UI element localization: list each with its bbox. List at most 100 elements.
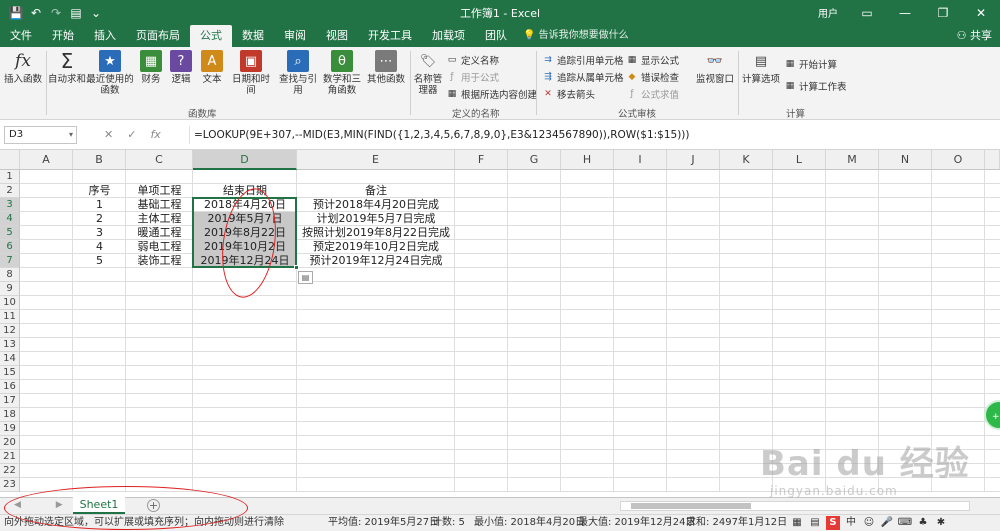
emoji-icon[interactable]: ☺ [862,516,876,530]
column-header-n[interactable]: N [879,150,932,170]
column-header-f[interactable]: F [455,150,508,170]
user-name[interactable]: 用户 [808,0,848,25]
use-in-formula-button[interactable]: ƒ 用于公式 [446,70,499,84]
tab-5[interactable]: 数据 [232,25,274,47]
table-cell[interactable]: 1 [73,198,126,212]
row-header-9[interactable]: 9 [0,282,20,296]
side-badge[interactable]: +5 [984,400,1000,430]
tab-3[interactable]: 页面布局 [126,25,190,47]
row-header-20[interactable]: 20 [0,436,20,450]
row-header-23[interactable]: 23 [0,478,20,492]
row-header-8[interactable]: 8 [0,268,20,282]
column-header-d[interactable]: D [193,150,297,170]
row-header-3[interactable]: 3 [0,198,20,212]
row-header-1[interactable]: 1 [0,170,20,184]
row-header-14[interactable]: 14 [0,352,20,366]
tab-4[interactable]: 公式 [190,25,232,47]
close-icon[interactable]: ✕ [962,0,1000,25]
table-cell[interactable]: 预计2019年12月24日完成 [297,254,455,268]
row-header-18[interactable]: 18 [0,408,20,422]
normal-view-icon[interactable]: ▦ [790,516,804,530]
tell-me-search[interactable]: 💡 告诉我你想要做什么 [517,25,629,47]
column-header-c[interactable]: C [126,150,193,170]
keyboard-icon[interactable]: ⌨ [898,516,912,530]
ribbon-display-icon[interactable]: ▭ [848,0,886,25]
trace-precedents-button[interactable]: ⇉ 追踪引用单元格 [542,53,623,67]
calc-options-button[interactable]: ▤ 计算选项 [742,50,780,86]
tab-0[interactable]: 文件 [0,25,42,47]
page-layout-icon[interactable]: ▤ [808,516,822,530]
column-header-e[interactable]: E [297,150,455,170]
column-header-h[interactable]: H [561,150,614,170]
enter-icon[interactable]: ✓ [127,126,136,144]
table-cell[interactable]: 计划2019年5月7日完成 [297,212,455,226]
fill-handle[interactable] [294,265,299,270]
tab-10[interactable]: 团队 [475,25,517,47]
column-header-i[interactable]: I [614,150,667,170]
name-manager-button[interactable]: 🏷 名称管理器 [412,50,444,97]
column-header-l[interactable]: L [773,150,826,170]
error-checking-button[interactable]: ◆ 错误检查 [626,70,679,84]
name-box[interactable]: D3 ▾ [4,126,77,144]
horizontal-scrollbar[interactable] [620,501,970,511]
share-button[interactable]: ⚇ 共享 [957,25,992,47]
trace-dependents-button[interactable]: ⇶ 追踪从属单元格 [542,70,623,84]
redo-icon[interactable]: ↷ [46,3,66,23]
row-header-4[interactable]: 4 [0,212,20,226]
recent-functions-button[interactable]: ★ 最近使用的函数 [86,50,134,96]
calc-sheet-button[interactable]: ▦ 计算工作表 [784,79,847,93]
calc-now-button[interactable]: ▦ 开始计算 [784,57,837,71]
ime-icon[interactable]: S [826,516,840,530]
maximize-icon[interactable]: ❐ [924,0,962,25]
column-header-b[interactable]: B [73,150,126,170]
datetime-button[interactable]: ▣ 日期和时间 [228,50,274,96]
tab-7[interactable]: 视图 [316,25,358,47]
table-cell[interactable]: 预计2018年4月20日完成 [297,198,455,212]
row-header-16[interactable]: 16 [0,380,20,394]
undo-icon[interactable]: ↶ [26,3,46,23]
mic-icon[interactable]: 🎤 [880,516,894,530]
table-cell[interactable]: 4 [73,240,126,254]
table-cell[interactable]: 基础工程 [126,198,193,212]
row-header-6[interactable]: 6 [0,240,20,254]
lookup-button[interactable]: ⌕ 查找与引用 [276,50,320,96]
table-header-cell[interactable]: 序号 [73,184,126,198]
table-header-cell[interactable]: 单项工程 [126,184,193,198]
scrollbar-thumb[interactable] [631,503,751,509]
autosum-button[interactable]: Σ 自动求和 [48,50,86,86]
column-header-k[interactable]: K [720,150,773,170]
financial-button[interactable]: ▦ 财务 [138,50,164,85]
remove-arrows-button[interactable]: ✕ 移去箭头 [542,87,595,101]
row-header-19[interactable]: 19 [0,422,20,436]
define-name-button[interactable]: ▭ 定义名称 [446,53,499,67]
minimize-icon[interactable]: — [886,0,924,25]
settings-icon[interactable]: ✱ [934,516,948,530]
table-cell[interactable]: 按照计划2019年8月22日完成 [297,226,455,240]
row-header-5[interactable]: 5 [0,226,20,240]
table-cell[interactable]: 预定2019年10月2日完成 [297,240,455,254]
skin-icon[interactable]: ♣ [916,516,930,530]
row-header-22[interactable]: 22 [0,464,20,478]
text-button[interactable]: A 文本 [199,50,225,85]
tab-8[interactable]: 开发工具 [358,25,422,47]
insert-function-button[interactable]: fx 插入函数 [4,50,42,85]
table-header-cell[interactable]: 备注 [297,184,455,198]
column-header-m[interactable]: M [826,150,879,170]
table-cell[interactable]: 弱电工程 [126,240,193,254]
table-cell[interactable]: 2 [73,212,126,226]
row-header-21[interactable]: 21 [0,450,20,464]
chevron-down-icon[interactable]: ▾ [69,127,73,143]
table-cell[interactable]: 3 [73,226,126,240]
tab-6[interactable]: 审阅 [274,25,316,47]
punctuation-icon[interactable]: 中 [844,516,858,530]
row-header-15[interactable]: 15 [0,366,20,380]
table-cell[interactable]: 5 [73,254,126,268]
row-header-12[interactable]: 12 [0,324,20,338]
save-icon[interactable]: 💾 [6,3,26,23]
evaluate-formula-button[interactable]: ƒ 公式求值 [626,87,679,101]
tab-9[interactable]: 加载项 [422,25,475,47]
formula-input[interactable]: =LOOKUP(9E+307,--MID(E3,MIN(FIND({1,2,3,… [189,126,989,144]
table-cell[interactable]: 主体工程 [126,212,193,226]
watch-window-button[interactable]: 👓 监视窗口 [694,50,736,86]
cancel-icon[interactable]: ✕ [104,126,113,144]
